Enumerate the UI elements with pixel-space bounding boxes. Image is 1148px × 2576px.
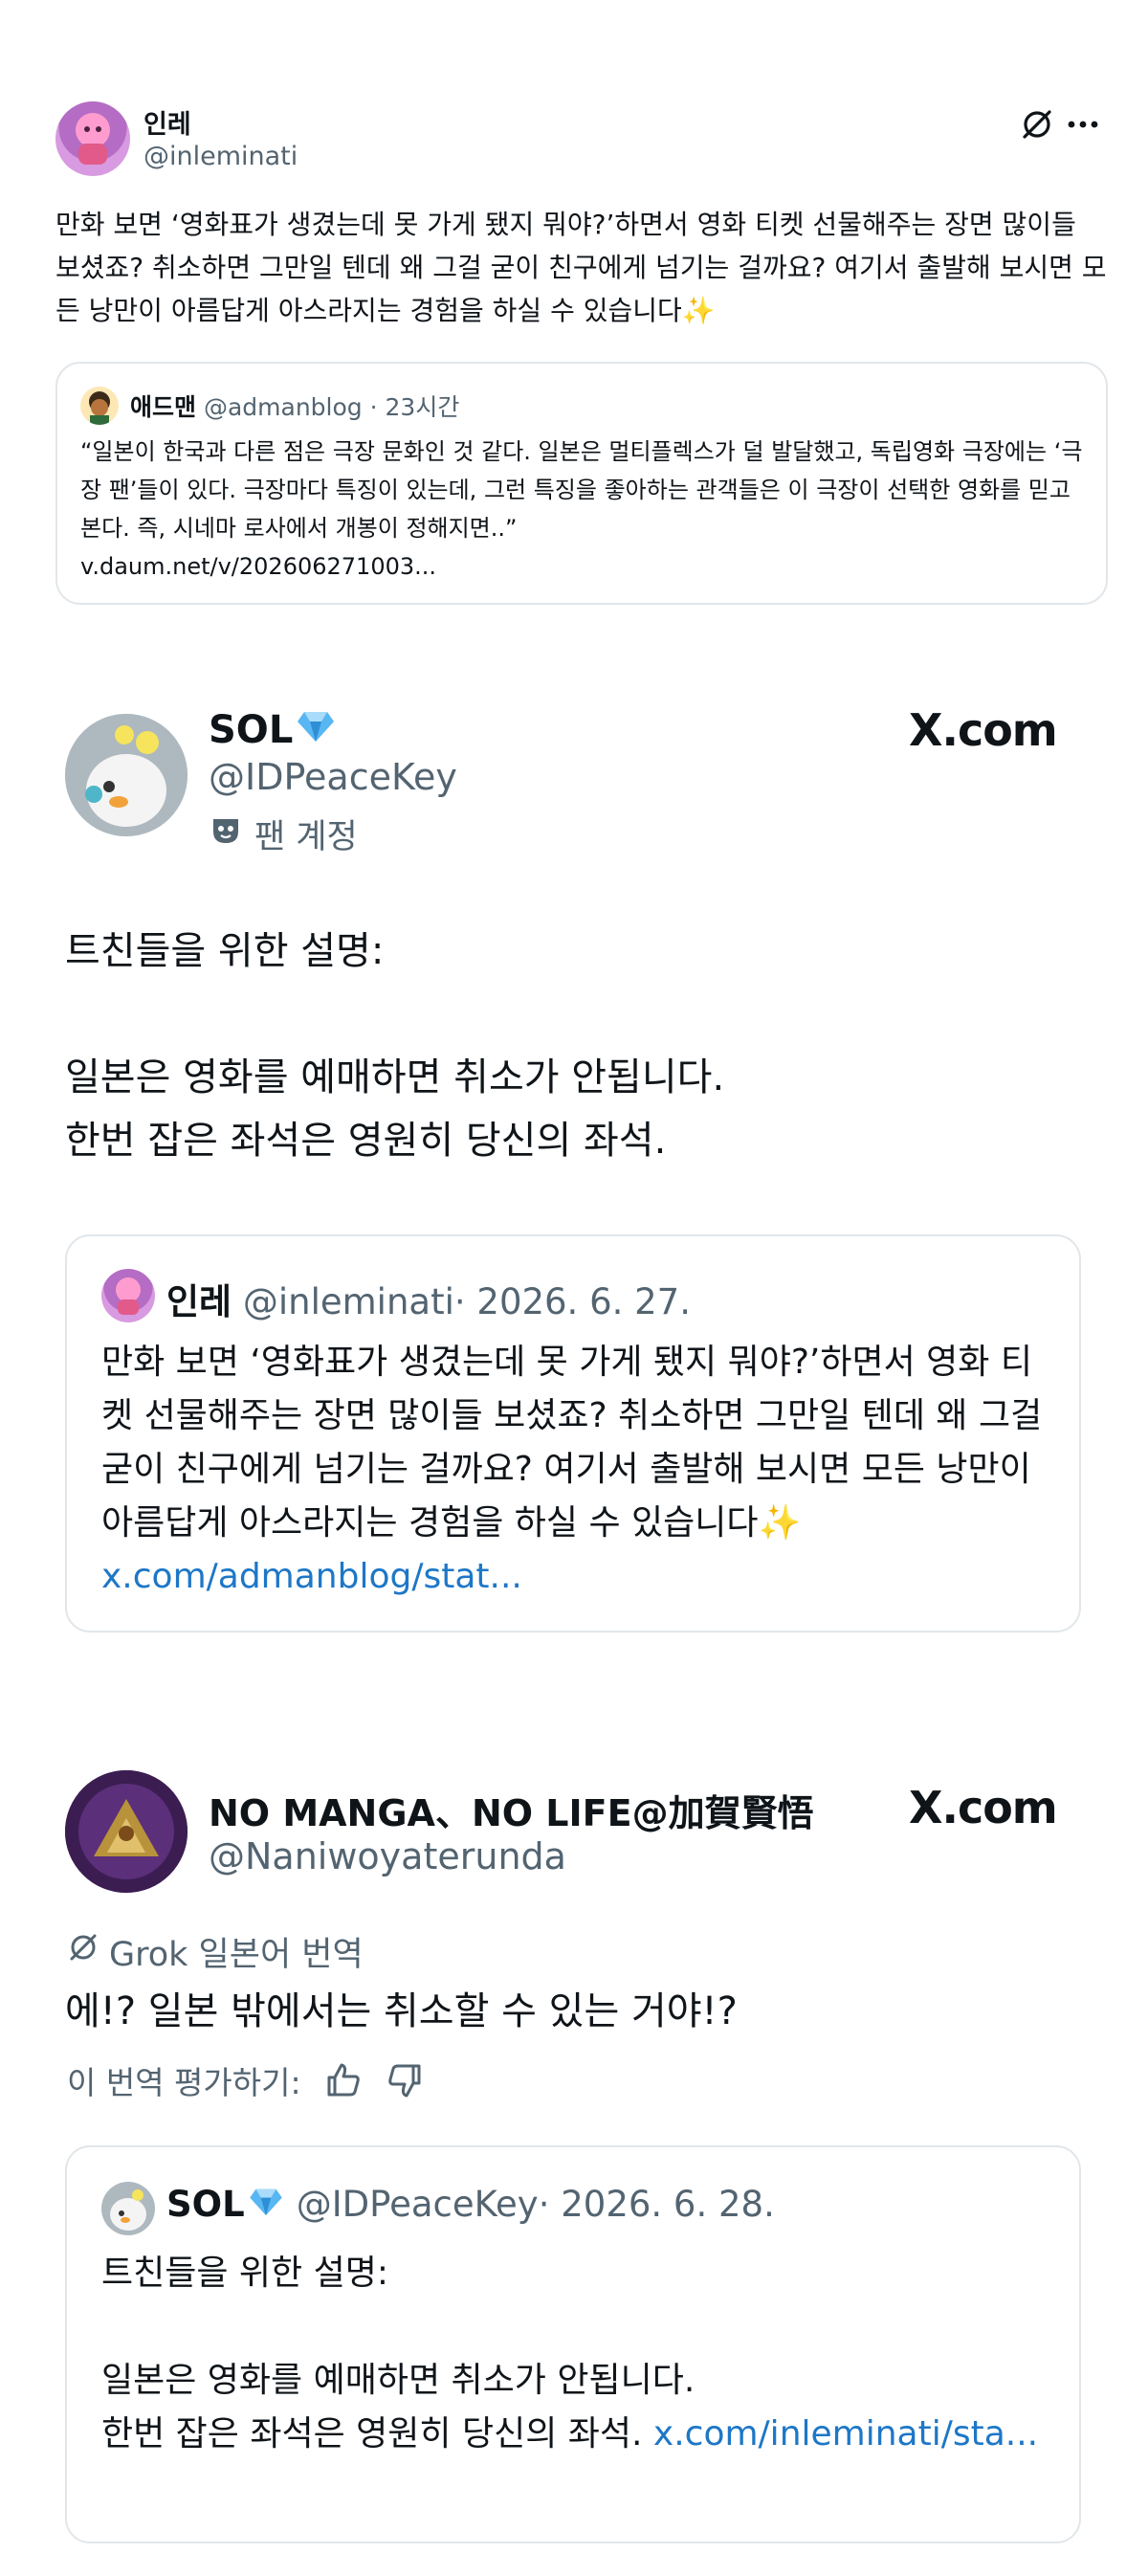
gem-icon bbox=[297, 708, 335, 752]
quote-author-name: 인레 bbox=[166, 1281, 232, 1322]
fan-account-badge: 팬 계정 bbox=[210, 810, 358, 858]
quote-link[interactable]: v.daum.net/v/202606271003... bbox=[80, 547, 436, 586]
source-label: X.com bbox=[909, 1782, 1058, 1833]
post-text: 에!? 일본 밖에서는 취소할 수 있는 거야!? bbox=[65, 1989, 738, 2033]
author-handle[interactable]: @Naniwoyaterunda bbox=[209, 1835, 566, 1877]
quote-text-line-2: 일본은 영화를 예매하면 취소가 안됩니다. bbox=[101, 2361, 695, 2400]
rate-label: 이 번역 평가하기: bbox=[67, 2064, 301, 2101]
post-text-line-1: 트친들을 위한 설명: bbox=[65, 929, 385, 973]
badge-label: 팬 계정 bbox=[254, 818, 358, 856]
quote-card[interactable]: 애드맨 @admanblog · 23시간 “일본이 한국과 다른 점은 극장 … bbox=[55, 362, 1108, 605]
quote-author-handle: @IDPeaceKey bbox=[296, 2184, 539, 2225]
quote-author-name: 애드맨 bbox=[130, 393, 197, 421]
avatar bbox=[80, 387, 119, 425]
gem-icon bbox=[249, 2184, 283, 2225]
rate-translation: 이 번역 평가하기: bbox=[67, 2057, 424, 2103]
quote-date: · 2026. 6. 27. bbox=[453, 1281, 691, 1322]
source-label: X.com bbox=[909, 704, 1058, 756]
quote-author-name: SOL bbox=[166, 2184, 245, 2225]
quote-card[interactable]: SOL @IDPeaceKey · 2026. 6. 28. 트친들을 위한 설명… bbox=[65, 2145, 1081, 2543]
post-text: 만화 보면 ‘영화표가 생겼는데 못 가게 됐지 뭐야?’하면서 영화 티켓 선… bbox=[55, 209, 1107, 326]
quote-author-handle: @inleminati bbox=[242, 1281, 454, 1322]
author-handle[interactable]: @inleminati bbox=[144, 142, 298, 171]
avatar[interactable] bbox=[65, 714, 188, 836]
quote-link[interactable]: x.com/admanblog/stat... bbox=[101, 1557, 522, 1596]
author-name[interactable]: SOL bbox=[209, 708, 293, 752]
post-text-line-2: 일본은 영화를 예매하면 취소가 안됩니다. bbox=[65, 1055, 725, 1099]
more-icon[interactable] bbox=[1064, 105, 1102, 144]
quote-link[interactable]: x.com/inleminati/sta... bbox=[653, 2414, 1038, 2454]
thumbs-up-icon[interactable] bbox=[324, 2061, 363, 2099]
grok-icon bbox=[67, 1931, 99, 1972]
author-name[interactable]: NO MANGA、NO LIFE@加賀賢悟 bbox=[209, 1784, 814, 1836]
avatar[interactable] bbox=[65, 1770, 188, 1893]
quote-text: “일본이 한국과 다른 점은 극장 문화인 것 같다. 일본은 멀티플렉스가 덜… bbox=[80, 438, 1083, 542]
post-text-line-3: 한번 잡은 좌석은 영원히 당신의 좌석. bbox=[65, 1119, 667, 1163]
quote-card[interactable]: 인레 @inleminati· 2026. 6. 27. 만화 보면 ‘영화표가… bbox=[65, 1234, 1081, 1632]
mask-icon bbox=[210, 815, 241, 854]
quote-timestamp: · 23시간 bbox=[369, 393, 460, 421]
thumbs-down-icon[interactable] bbox=[386, 2061, 424, 2099]
avatar bbox=[101, 1269, 155, 1322]
quote-author-handle: @admanblog bbox=[203, 393, 363, 421]
avatar[interactable] bbox=[55, 101, 130, 176]
quote-text: 만화 보면 ‘영화표가 생겼는데 못 가게 됐지 뭐야?’하면서 영화 티켓 선… bbox=[101, 1343, 1043, 1543]
grok-icon[interactable] bbox=[1018, 105, 1056, 144]
author-name-row[interactable]: SOL bbox=[209, 708, 335, 752]
translation-label: Grok 일본어 번역 bbox=[109, 1936, 364, 1974]
author-name[interactable]: 인레 bbox=[144, 103, 191, 141]
quote-date: · 2026. 6. 28. bbox=[538, 2184, 775, 2225]
quote-text-line-3: 한번 잡은 좌석은 영원히 당신의 좌석. bbox=[101, 2414, 643, 2454]
author-handle[interactable]: @IDPeaceKey bbox=[209, 756, 457, 798]
avatar bbox=[101, 2182, 155, 2235]
translation-header: Grok 일본어 번역 bbox=[67, 1927, 364, 1976]
quote-text-line-1: 트친들을 위한 설명: bbox=[101, 2254, 388, 2293]
